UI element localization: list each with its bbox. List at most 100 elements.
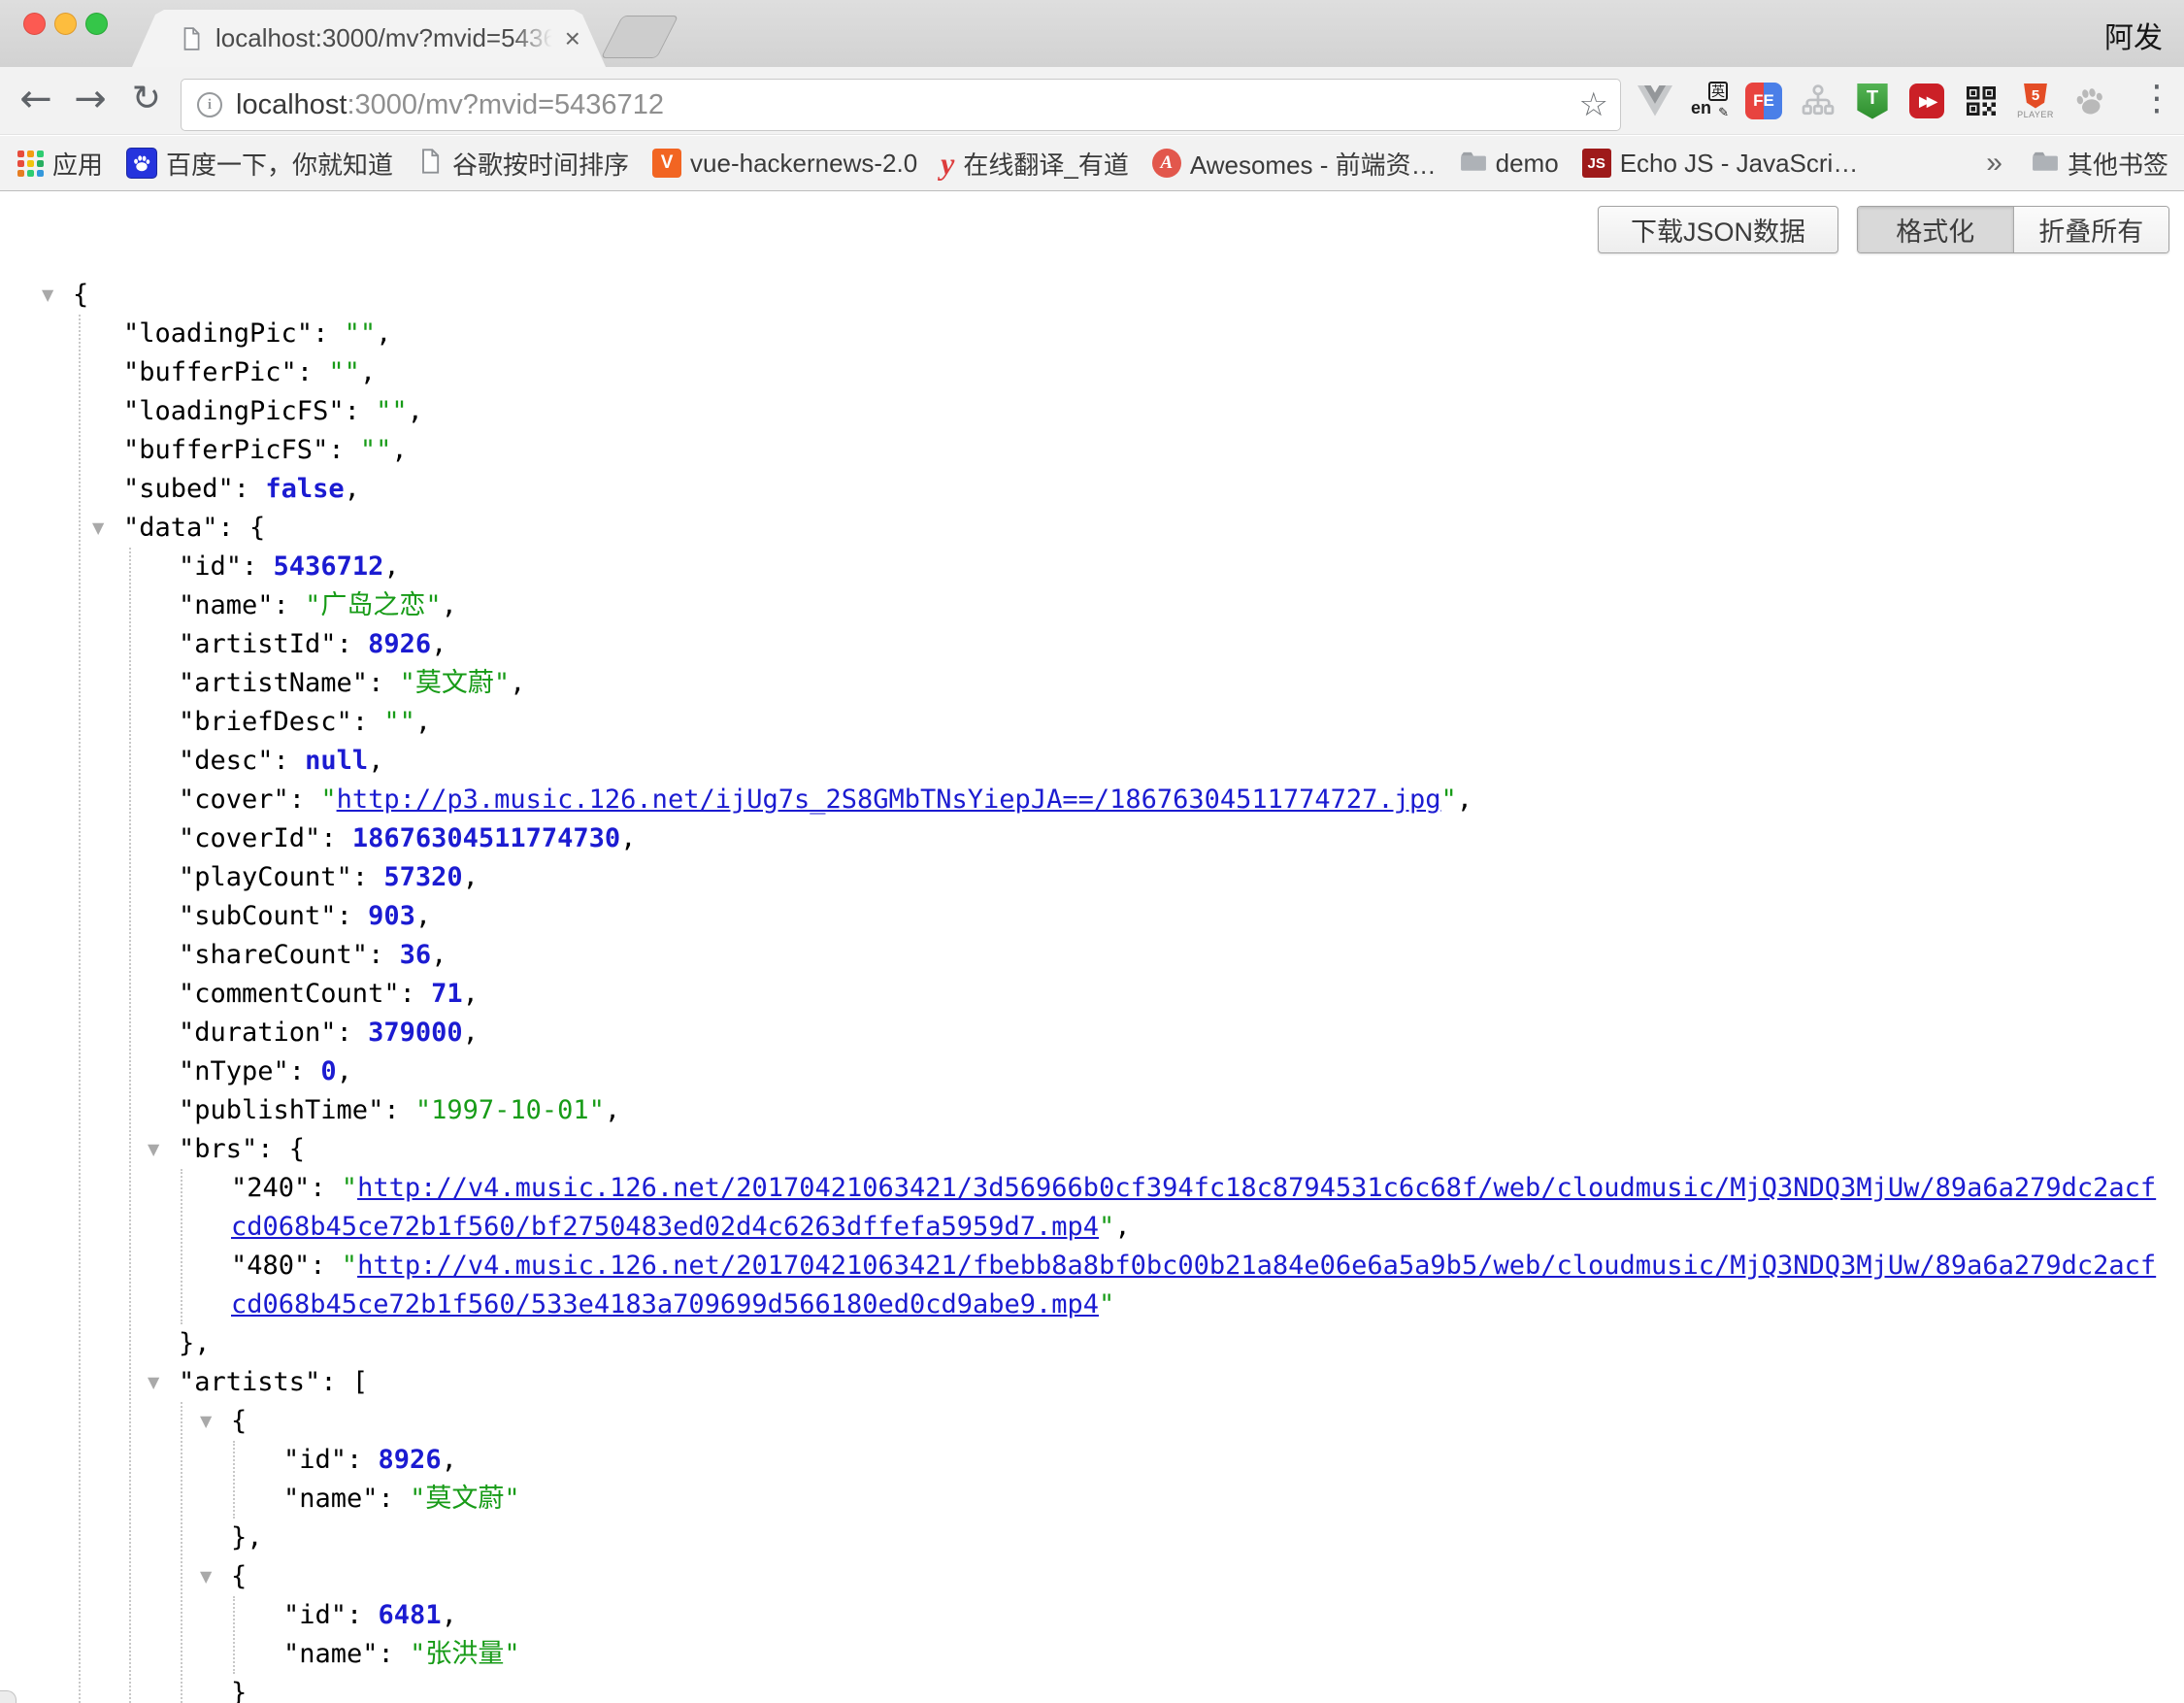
forward-icon[interactable]: →: [66, 75, 115, 123]
json-punctuation: :: [379, 1639, 411, 1669]
bookmark-item[interactable]: y在线翻译_有道: [941, 146, 1129, 182]
json-string: "1997-10-01": [415, 1095, 605, 1125]
json-punctuation: :: [368, 668, 400, 698]
json-string: "": [383, 707, 415, 737]
collapse-triangle-icon[interactable]: ▼: [200, 1557, 212, 1596]
json-line: ▼"data": {: [0, 509, 2184, 548]
json-punctuation: ,: [1457, 785, 1473, 815]
browser-tab[interactable]: localhost:3000/mv?mvid=5436712 ×: [132, 10, 606, 67]
bookmark-star-icon[interactable]: ☆: [1579, 85, 1608, 124]
url-text: localhost:3000/mv?mvid=5436712: [236, 89, 664, 121]
json-punctuation: ": [1440, 785, 1456, 815]
json-punctuation: },: [179, 1328, 211, 1358]
awesomes-icon: A: [1152, 149, 1181, 178]
bookmark-item[interactable]: AAwesomes - 前端资…: [1152, 146, 1437, 182]
json-punctuation: ": [342, 1173, 357, 1203]
json-key: "artistId": [179, 629, 337, 659]
json-line: "loadingPic": "",: [0, 315, 2184, 353]
json-line: "commentCount": 71,: [0, 975, 2184, 1014]
json-key: "240": [231, 1173, 310, 1203]
format-button[interactable]: 格式化: [1858, 207, 2013, 252]
paw-icon[interactable]: [2069, 81, 2110, 121]
json-line: "artistId": 8926,: [0, 625, 2184, 664]
json-punctuation: :: [320, 823, 352, 853]
h5-player-icon[interactable]: 5PLAYER: [2015, 81, 2056, 121]
json-key: "coverId": [179, 823, 320, 853]
fe-icon[interactable]: FE: [1743, 81, 1784, 121]
page-info-icon[interactable]: i: [197, 92, 222, 117]
json-punctuation: :: [337, 629, 369, 659]
json-punctuation: ,: [345, 474, 360, 504]
download-json-button[interactable]: 下载JSON数据: [1598, 206, 1838, 253]
collapse-all-button[interactable]: 折叠所有: [2013, 207, 2169, 252]
json-punctuation: ,: [368, 746, 383, 776]
collapse-triangle-icon[interactable]: ▼: [42, 276, 53, 315]
json-key: "loadingPic": [123, 318, 313, 349]
json-punctuation: :: [310, 1173, 342, 1203]
json-link[interactable]: http://p3.music.126.net/ijUg7s_2S8GMbTNs…: [337, 785, 1441, 815]
json-punctuation: :: [274, 746, 306, 776]
bookmark-item[interactable]: Vvue-hackernews-2.0: [652, 149, 917, 179]
view-mode-segmented-control: 格式化 折叠所有: [1857, 206, 2169, 253]
play-red-icon[interactable]: ▶▶: [1906, 81, 1947, 121]
translate-icon[interactable]: en英✎: [1689, 81, 1730, 121]
json-punctuation: ,: [415, 901, 431, 931]
json-punctuation: :: [328, 435, 360, 465]
bookmark-label: 谷歌按时间排序: [452, 146, 629, 182]
profile-name[interactable]: 阿发: [2104, 14, 2163, 56]
chrome-menu-icon[interactable]: ⋮: [2135, 79, 2178, 118]
json-punctuation: :: [352, 707, 384, 737]
json-key: "playCount": [179, 862, 352, 892]
bookmark-item[interactable]: demo: [1460, 149, 1559, 179]
tab-close-icon[interactable]: ×: [565, 25, 580, 52]
json-punctuation: :: [297, 357, 329, 387]
close-window-button[interactable]: [23, 13, 46, 35]
json-line: ▼"brs": {: [0, 1130, 2184, 1169]
json-punctuation: :: [347, 1445, 379, 1475]
vue-gray-icon[interactable]: [1635, 81, 1675, 121]
json-punctuation: :: [383, 1095, 415, 1125]
json-number: 8926: [368, 629, 431, 659]
json-punctuation: ": [320, 785, 336, 815]
bookmark-item[interactable]: 谷歌按时间排序: [416, 146, 629, 182]
json-line: "id": 8926,: [0, 1441, 2184, 1480]
bookmark-item[interactable]: 应用: [17, 146, 103, 182]
json-number: 57320: [383, 862, 462, 892]
json-key: "commentCount": [179, 979, 400, 1009]
json-line: "id": 5436712,: [0, 548, 2184, 586]
url-host: localhost: [236, 89, 347, 120]
json-link[interactable]: http://v4.music.126.net/20170421063421/3…: [231, 1173, 2156, 1242]
json-link[interactable]: http://v4.music.126.net/20170421063421/f…: [231, 1251, 2156, 1319]
minimize-window-button[interactable]: [54, 13, 77, 35]
other-bookmarks-folder[interactable]: 其他书签: [2032, 146, 2168, 182]
collapse-triangle-icon[interactable]: ▼: [148, 1130, 159, 1169]
tab-bar: localhost:3000/mv?mvid=5436712 × 阿发: [0, 0, 2184, 67]
json-punctuation: :: [234, 474, 266, 504]
reload-icon[interactable]: ↻: [122, 75, 171, 123]
json-line: },: [0, 1519, 2184, 1557]
json-string: "广岛之恋": [305, 590, 442, 620]
collapse-triangle-icon[interactable]: ▼: [148, 1363, 159, 1402]
json-line: "bufferPic": "",: [0, 353, 2184, 392]
json-line: ▼{: [0, 1557, 2184, 1596]
sitemap-icon[interactable]: [1798, 81, 1838, 121]
maximize-window-button[interactable]: [85, 13, 108, 35]
bookmark-item[interactable]: JSEcho JS - JavaScri…: [1582, 149, 1859, 179]
json-punctuation: :: [345, 396, 377, 426]
bookmarks-overflow-icon[interactable]: »: [1986, 147, 2002, 180]
tampermonkey-icon[interactable]: T: [1852, 81, 1893, 121]
json-punctuation: ,: [360, 357, 376, 387]
json-punctuation: ,: [431, 940, 447, 970]
json-punctuation: ,: [376, 318, 391, 349]
page-content: 下载JSON数据 格式化 折叠所有 ▼{"loadingPic": "","bu…: [0, 191, 2184, 1703]
collapse-triangle-icon[interactable]: ▼: [92, 509, 104, 548]
json-key: "subCount": [179, 901, 337, 931]
json-key: "name": [283, 1639, 379, 1669]
address-bar[interactable]: i localhost:3000/mv?mvid=5436712 ☆: [181, 79, 1621, 131]
bookmark-item[interactable]: 百度一下，你就知道: [126, 146, 393, 182]
new-tab-button[interactable]: [601, 16, 678, 58]
qrcode-icon[interactable]: [1961, 81, 2002, 121]
back-icon[interactable]: ←: [12, 75, 60, 123]
json-number: 8926: [379, 1445, 442, 1475]
collapse-triangle-icon[interactable]: ▼: [200, 1402, 212, 1441]
